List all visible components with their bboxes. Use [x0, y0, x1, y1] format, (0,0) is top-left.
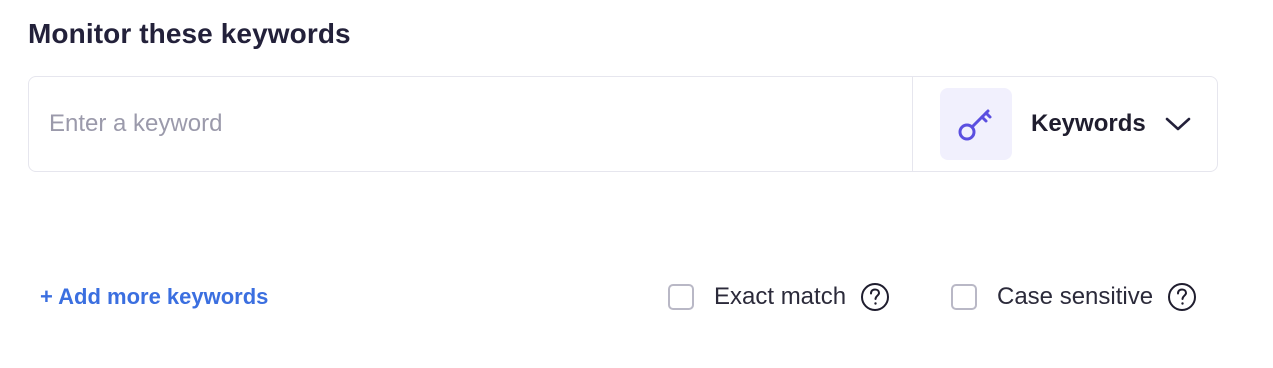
- case-sensitive-checkbox[interactable]: [951, 284, 977, 310]
- case-sensitive-label: Case sensitive: [997, 283, 1154, 310]
- keyword-options-row: + Add more keywords Exact match Case sen…: [0, 280, 1273, 316]
- keyword-monitor-panel: Monitor these keywords Keywords + Add mo…: [0, 0, 1273, 368]
- keyword-entry-row: Keywords: [28, 76, 1218, 172]
- key-icon: [940, 88, 1012, 160]
- case-sensitive-option[interactable]: Case sensitive: [951, 282, 1197, 312]
- exact-match-checkbox[interactable]: [668, 284, 694, 310]
- section-title: Monitor these keywords: [28, 18, 351, 49]
- chevron-down-icon: [1164, 115, 1192, 133]
- keyword-type-label: Keywords: [1031, 110, 1146, 137]
- keyword-type-dropdown[interactable]: Keywords: [912, 77, 1217, 171]
- question-circle-icon[interactable]: [860, 282, 890, 312]
- add-more-keywords-link[interactable]: + Add more keywords: [40, 284, 268, 310]
- exact-match-option[interactable]: Exact match: [668, 282, 890, 312]
- exact-match-label: Exact match: [714, 283, 847, 310]
- keyword-input[interactable]: [29, 77, 912, 171]
- question-circle-icon[interactable]: [1167, 282, 1197, 312]
